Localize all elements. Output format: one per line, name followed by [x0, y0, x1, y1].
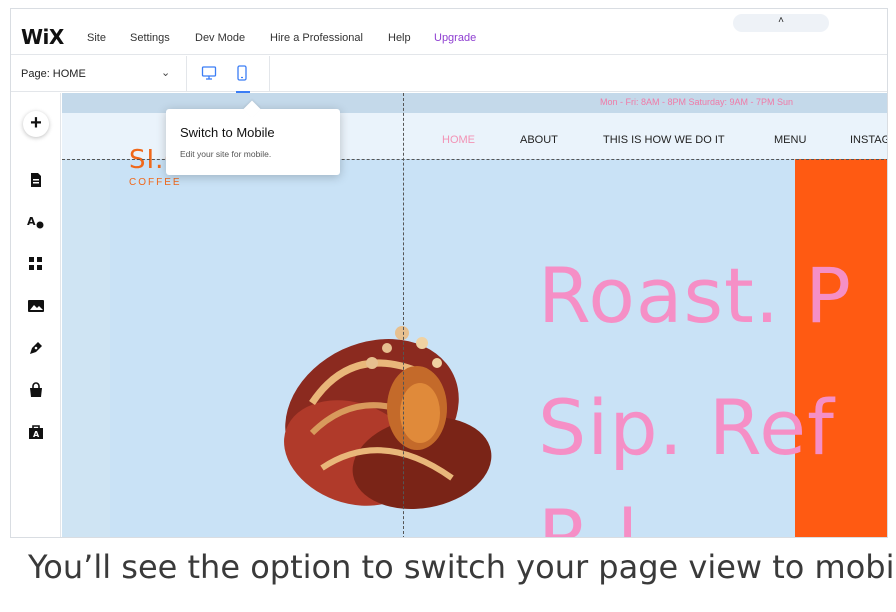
site-logo-subtitle: COFFEE — [129, 177, 182, 188]
croissant-image[interactable] — [252, 293, 532, 538]
switch-to-mobile-tooltip: Switch to Mobile Edit your site for mobi… — [166, 100, 340, 175]
wix-logo[interactable]: WiX — [21, 25, 64, 49]
orange-strip — [795, 159, 887, 537]
tooltip-subtitle: Edit your site for mobile. — [180, 149, 272, 159]
site-nav-about[interactable]: ABOUT — [520, 134, 558, 146]
tooltip-title: Switch to Mobile — [180, 125, 275, 140]
svg-text:A: A — [33, 430, 40, 439]
page-selector-label: Page: HOME — [21, 68, 86, 80]
store-icon[interactable] — [27, 381, 45, 399]
hero-headline-line-3[interactable]: R l — [538, 493, 639, 537]
page-selector[interactable]: Page: HOME ⌄ — [11, 56, 187, 92]
section-guide-line — [403, 93, 404, 537]
site-nav-how-we-do-it[interactable]: THIS IS HOW WE DO IT — [603, 134, 725, 146]
blog-icon[interactable] — [27, 339, 45, 357]
left-toolbar: + A A — [11, 93, 61, 537]
hero-headline-line-1[interactable]: Roast. P — [538, 251, 852, 340]
collapse-toolbar-button[interactable]: ˄ — [733, 14, 829, 32]
opening-hours: Mon - Fri: 8AM - 8PM Saturday: 9AM - 7PM… — [600, 97, 794, 107]
menu-settings[interactable]: Settings — [130, 32, 170, 44]
menu-site[interactable]: Site — [87, 32, 106, 44]
mobile-icon[interactable] — [235, 64, 249, 87]
business-icon[interactable]: A — [27, 423, 45, 441]
chevron-up-icon: ˄ — [778, 15, 784, 26]
pages-icon[interactable] — [27, 171, 45, 189]
apps-icon[interactable] — [27, 255, 45, 273]
desktop-icon[interactable] — [201, 65, 217, 86]
site-nav-menu[interactable]: MENU — [774, 134, 806, 146]
design-icon[interactable]: A — [27, 213, 45, 231]
svg-text:A: A — [27, 215, 36, 228]
site-nav-instagram[interactable]: INSTAG — [850, 134, 887, 146]
chevron-down-icon: ⌄ — [161, 67, 171, 79]
page-toolbar: Page: HOME ⌄ — [11, 56, 887, 93]
menu-help[interactable]: Help — [388, 32, 411, 44]
hero-headline-line-2[interactable]: Sip. Ref — [538, 383, 835, 472]
editor-window: WiX Site Settings Dev Mode Hire a Profes… — [10, 8, 888, 538]
caption: You’ll see the option to switch your pag… — [28, 548, 896, 586]
menu-hire-professional[interactable]: Hire a Professional — [270, 32, 363, 44]
menu-dev-mode[interactable]: Dev Mode — [195, 32, 245, 44]
media-icon[interactable] — [27, 297, 45, 315]
menu-upgrade[interactable]: Upgrade — [434, 32, 476, 44]
site-nav-home[interactable]: HOME — [442, 134, 475, 146]
top-bar: WiX Site Settings Dev Mode Hire a Profes… — [11, 9, 887, 55]
add-elements-button[interactable]: + — [23, 111, 49, 137]
divider — [269, 56, 270, 92]
